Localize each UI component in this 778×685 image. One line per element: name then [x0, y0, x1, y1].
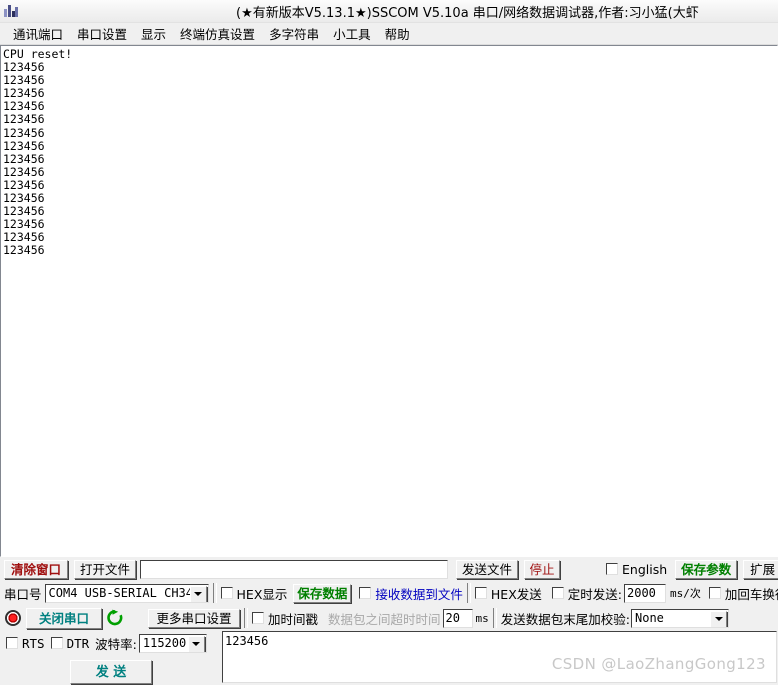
hex-send-checkbox-box[interactable] [474, 587, 487, 599]
menu-item-serial-settings[interactable]: 串口设置 [70, 22, 134, 45]
file-path-input[interactable] [140, 559, 448, 579]
baud-and-send-row: RTS DTR 波特率: 115200 发 送 123456 [0, 631, 778, 685]
receive-area[interactable]: CPU reset! 123456 123456 123456 123456 1… [0, 45, 778, 557]
crlf-checkbox-box[interactable] [708, 587, 721, 599]
refresh-icon[interactable] [106, 609, 124, 627]
timed-send-label: 定时发送: [567, 586, 622, 602]
baud-select[interactable]: 115200 [138, 633, 207, 653]
menu-bar: 通讯端口 串口设置 显示 终端仿真设置 多字符串 小工具 帮助 [0, 23, 778, 45]
led-indicator-icon [5, 610, 21, 626]
crlf-label: 加回车换行 [724, 586, 778, 602]
app-icon [3, 3, 19, 19]
english-label: English [622, 561, 668, 577]
rts-checkbox-box[interactable] [6, 637, 18, 649]
window-title: (★有新版本V5.13.1★)SSCOM V5.10a 串口/网络数据调试器,作… [236, 6, 699, 21]
chevron-down-icon[interactable] [187, 635, 205, 652]
title-bar: (★有新版本V5.13.1★)SSCOM V5.10a 串口/网络数据调试器,作… [0, 0, 778, 23]
control-row: 关闭串口 更多串口设置 加时间戳 数据包之间超时时间 20 ms 发送数据包末尾… [0, 605, 778, 631]
menu-item-display[interactable]: 显示 [134, 22, 173, 45]
dtr-checkbox[interactable]: DTR [50, 635, 90, 651]
timestamp-checkbox[interactable]: 加时间戳 [252, 609, 318, 628]
recv-to-file-checkbox-box[interactable] [359, 587, 372, 599]
packet-timeout-label: 数据包之间超时时间 [328, 611, 441, 627]
rts-checkbox[interactable]: RTS [6, 636, 45, 651]
timed-send-checkbox-box[interactable] [551, 587, 564, 599]
clear-window-button[interactable]: 清除窗口 [4, 559, 68, 579]
close-port-button[interactable]: 关闭串口 [26, 607, 102, 629]
timestamp-label: 加时间戳 [268, 611, 319, 627]
open-file-button[interactable]: 打开文件 [74, 559, 136, 579]
receive-text: CPU reset! 123456 123456 123456 123456 1… [3, 47, 73, 258]
send-button[interactable]: 发 送 [70, 660, 152, 684]
divider [212, 583, 217, 603]
divider [466, 583, 471, 603]
send-button-wrap: 发 送 [2, 659, 220, 685]
menu-item-multi-string[interactable]: 多字符串 [262, 22, 326, 45]
baud-label: 波特率: [95, 636, 137, 652]
english-checkbox-box[interactable] [606, 563, 618, 575]
english-checkbox[interactable]: English [606, 562, 667, 577]
crlf-checkbox[interactable]: 加回车换行 [708, 584, 778, 603]
port-select-value: COM4 USB-SERIAL CH340 [48, 586, 201, 600]
hex-send-checkbox[interactable]: HEX发送 [474, 584, 542, 603]
divider [492, 608, 497, 628]
dtr-label: DTR [66, 635, 90, 651]
baud-select-value: 115200 [142, 636, 187, 650]
extend-button[interactable]: 扩展 [743, 559, 778, 579]
hex-display-checkbox[interactable]: HEX显示 [220, 584, 288, 603]
chevron-down-icon[interactable] [710, 610, 727, 627]
port-select[interactable]: COM4 USB-SERIAL CH340 [44, 583, 209, 603]
port-row: 串口号 COM4 USB-SERIAL CH340 HEX显示 保存数据 接收数… [0, 581, 778, 605]
menu-item-tools[interactable]: 小工具 [326, 22, 378, 45]
checksum-select-value: None [635, 611, 664, 625]
packet-timeout-unit: ms [475, 611, 489, 625]
stop-button[interactable]: 停止 [524, 559, 560, 579]
port-label: 串口号 [4, 586, 42, 602]
hex-display-checkbox-box[interactable] [220, 587, 233, 599]
hex-display-label: HEX显示 [236, 586, 288, 602]
recv-to-file-label: 接收数据到文件 [375, 586, 463, 602]
control-panel: 清除窗口 打开文件 发送文件 停止 English 保存参数 扩展 — 串口号 … [0, 557, 778, 685]
chevron-down-icon[interactable] [189, 585, 207, 602]
more-serial-settings-button[interactable]: 更多串口设置 [148, 608, 240, 628]
sscom-window: (★有新版本V5.13.1★)SSCOM V5.10a 串口/网络数据调试器,作… [0, 0, 778, 685]
menu-item-terminal-emulation[interactable]: 终端仿真设置 [173, 22, 262, 45]
timed-send-checkbox[interactable]: 定时发送: [551, 584, 622, 603]
menu-item-help[interactable]: 帮助 [378, 22, 417, 45]
checksum-select[interactable]: None [631, 608, 729, 628]
rts-label: RTS [22, 635, 45, 651]
hex-send-label: HEX发送 [490, 586, 542, 602]
timestamp-checkbox-box[interactable] [252, 612, 264, 624]
checksum-label: 发送数据包末尾加校验: [500, 611, 630, 627]
packet-timeout-input[interactable]: 20 [442, 608, 473, 628]
send-textarea[interactable]: 123456 [222, 631, 777, 683]
baud-row: RTS DTR 波特率: 115200 [2, 631, 220, 655]
save-params-button[interactable]: 保存参数 [675, 559, 738, 579]
dtr-checkbox-box[interactable] [50, 637, 63, 649]
divider [244, 608, 248, 628]
timed-send-input[interactable]: 2000 [624, 583, 666, 603]
menu-item-comm-port[interactable]: 通讯端口 [6, 22, 70, 45]
left-column: RTS DTR 波特率: 115200 发 送 [2, 631, 220, 685]
send-file-button[interactable]: 发送文件 [456, 559, 518, 579]
recv-to-file-checkbox[interactable]: 接收数据到文件 [359, 584, 463, 603]
toolbar-row: 清除窗口 打开文件 发送文件 停止 English 保存参数 扩展 — [0, 557, 778, 581]
timed-send-unit: ms/次 [670, 587, 701, 600]
save-data-button[interactable]: 保存数据 [293, 583, 352, 603]
